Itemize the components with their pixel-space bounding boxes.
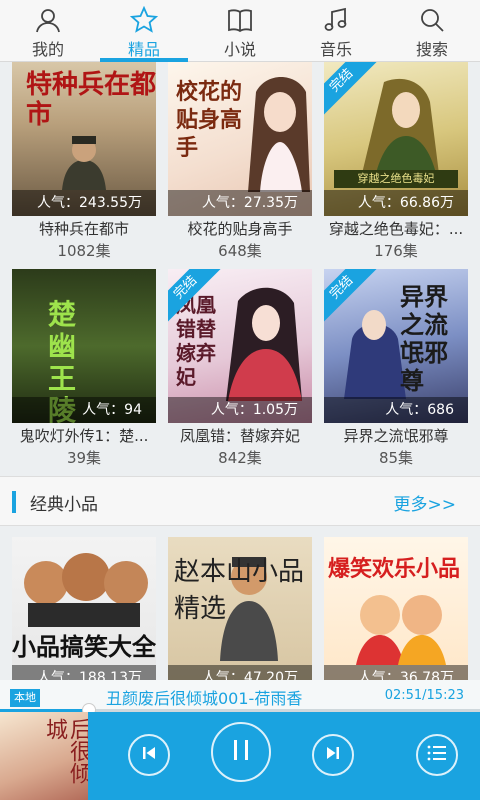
cover-title: 校花的贴身高手	[176, 79, 243, 161]
tab-search[interactable]: 搜索	[384, 0, 480, 61]
book-cover: 小品搞笑大全 人气：188.13万	[12, 537, 156, 680]
featured-content: 特种兵在都市 人气：243.55万 特种兵在都市 1082集 校花的贴身高手 人…	[0, 62, 480, 680]
popularity-label: 人气：243.55万	[12, 190, 156, 216]
now-playing-title: 丑颜废后很倾城001-荷雨香	[106, 689, 303, 708]
book-title: 鬼吹灯外传1：楚...	[19, 427, 149, 445]
top-nav: 我的 精品 小说 音乐 搜索	[0, 0, 480, 62]
book-title: 凤凰错：替嫁弃妃	[179, 427, 300, 445]
popularity-label: 人气：27.35万	[168, 190, 312, 216]
book-card[interactable]: 穿越之绝色毒妃 完结 人气：66.86万 穿越之绝色毒妃：... 176集	[324, 62, 468, 268]
episode-count: 648集	[218, 242, 262, 260]
episode-count: 842集	[218, 449, 262, 467]
episode-count: 176集	[374, 242, 418, 260]
popularity-label: 人气：66.86万	[324, 190, 468, 216]
pause-button[interactable]	[211, 722, 271, 782]
tab-music-label: 音乐	[319, 40, 352, 59]
search-icon	[418, 6, 446, 34]
popularity-label: 人气：36.78万	[324, 665, 468, 680]
cover-title: 凤凰错替嫁弃妃	[176, 293, 216, 389]
star-icon	[130, 6, 158, 34]
book-card[interactable]: 赵本山小品精选 人气：47.20万	[168, 537, 312, 680]
tab-mine[interactable]: 我的	[0, 0, 96, 61]
cover-title: 赵本山小品精选	[174, 557, 305, 624]
book-row: 特种兵在都市 人气：243.55万 特种兵在都市 1082集 校花的贴身高手 人…	[0, 62, 480, 268]
book-cover: 穿越之绝色毒妃 完结 人气：66.86万	[324, 62, 468, 216]
more-link[interactable]: 更多>>	[394, 490, 457, 515]
book-card[interactable]: 楚幽王陵 人气：94 鬼吹灯外传1：楚... 39集	[12, 269, 156, 475]
section-header: 经典小品 更多>>	[0, 476, 480, 526]
playback-time: 02:51/15:23	[384, 688, 464, 703]
popularity-label: 人气：94	[12, 397, 156, 423]
book-title: 穿越之绝色毒妃：...	[328, 220, 464, 238]
now-playing-cover[interactable]: 丑颜废后很倾城	[0, 712, 88, 800]
tab-music[interactable]: 音乐	[288, 0, 384, 61]
popularity-label: 人气：1.05万	[168, 397, 312, 423]
cover-title: 特种兵在都市	[26, 70, 156, 130]
book-card[interactable]: 凤凰错替嫁弃妃 完结 人气：1.05万 凤凰错：替嫁弃妃 842集	[168, 269, 312, 475]
cover-title: 小品搞笑大全	[12, 633, 156, 661]
previous-icon	[140, 744, 158, 766]
audio-player: 本地 丑颜废后很倾城001-荷雨香 02:51/15:23 后很倾城	[0, 680, 480, 800]
playlist-icon	[427, 745, 447, 765]
book-cover: 异界之流氓邪尊 完结 人气：686	[324, 269, 468, 423]
book-cover: 楚幽王陵 人气：94	[12, 269, 156, 423]
popularity-label: 人气：188.13万	[12, 665, 156, 680]
now-playing-cover-title: 丑颜废后很倾城	[42, 718, 88, 784]
book-card[interactable]: 小品搞笑大全 人气：188.13万	[12, 537, 156, 680]
episode-count: 39集	[66, 449, 102, 467]
cover-title: 异界之流氓邪尊	[400, 282, 448, 395]
book-row: 小品搞笑大全 人气：188.13万 赵本山小品精选 人气：47.20万 爆笑欢乐…	[0, 537, 480, 680]
playlist-button[interactable]	[416, 734, 458, 776]
book-card[interactable]: 异界之流氓邪尊 完结 人气：686 异界之流氓邪尊 85集	[324, 269, 468, 475]
popularity-label: 人气：47.20万	[168, 665, 312, 680]
next-icon	[324, 744, 342, 766]
tab-search-label: 搜索	[415, 40, 448, 59]
next-button[interactable]	[312, 734, 354, 776]
book-card[interactable]: 校花的贴身高手 人气：27.35万 校花的贴身高手 648集	[168, 62, 312, 268]
book-card[interactable]: 爆笑欢乐小品 人气：36.78万	[324, 537, 468, 680]
section-accent-bar	[12, 491, 16, 513]
player-info-strip: 本地 丑颜废后很倾城001-荷雨香 02:51/15:23	[0, 680, 480, 710]
tab-featured-label: 精品	[127, 40, 160, 59]
book-card[interactable]: 特种兵在都市 人气：243.55万 特种兵在都市 1082集	[12, 62, 156, 268]
book-title: 异界之流氓邪尊	[343, 427, 449, 445]
book-cover: 爆笑欢乐小品 人气：36.78万	[324, 537, 468, 680]
episode-count: 85集	[378, 449, 414, 467]
previous-button[interactable]	[128, 734, 170, 776]
section-title: 经典小品	[30, 495, 98, 515]
pause-icon	[231, 738, 251, 766]
book-title: 特种兵在都市	[38, 220, 129, 238]
tab-novel-label: 小说	[223, 40, 256, 59]
book-cover: 赵本山小品精选 人气：47.20万	[168, 537, 312, 680]
popularity-label: 人气：686	[324, 397, 468, 423]
book-cover: 特种兵在都市 人气：243.55万	[12, 62, 156, 216]
book-row: 楚幽王陵 人气：94 鬼吹灯外传1：楚... 39集 凤凰错替嫁弃妃 完结 人气…	[0, 269, 480, 475]
tab-novel[interactable]: 小说	[192, 0, 288, 61]
book-cover: 校花的贴身高手 人气：27.35万	[168, 62, 312, 216]
tab-mine-label: 我的	[31, 40, 64, 59]
tab-featured[interactable]: 精品	[96, 0, 192, 62]
cover-title: 爆笑欢乐小品	[328, 557, 461, 582]
cover-title: 穿越之绝色毒妃	[334, 170, 458, 188]
book-cover: 凤凰错替嫁弃妃 完结 人气：1.05万	[168, 269, 312, 423]
local-badge: 本地	[10, 689, 40, 707]
book-title: 校花的贴身高手	[187, 220, 293, 238]
episode-count: 1082集	[57, 242, 111, 260]
book-icon	[226, 6, 254, 34]
user-icon	[34, 6, 62, 34]
music-note-icon	[322, 6, 350, 34]
